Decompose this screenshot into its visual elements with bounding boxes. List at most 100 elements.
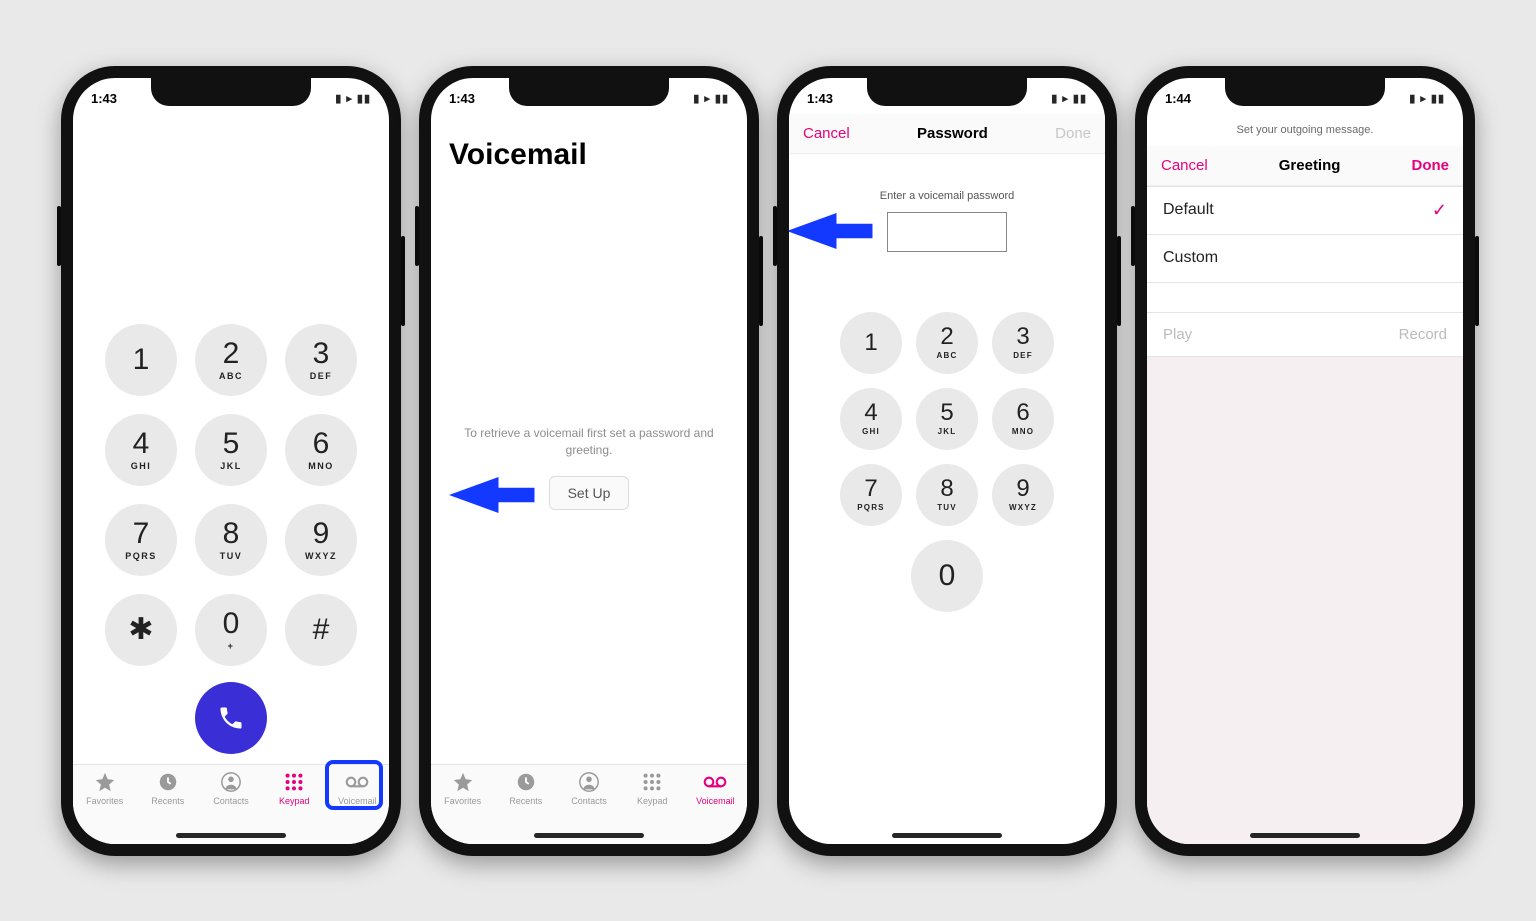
- annotation-arrow: [449, 470, 539, 520]
- voicemail-icon: [703, 771, 727, 793]
- tab-contacts[interactable]: Contacts: [199, 771, 262, 806]
- notch: [509, 78, 669, 106]
- key-sub: WXYZ: [1009, 503, 1037, 512]
- key-digit: 4: [133, 429, 150, 459]
- home-indicator: [176, 833, 286, 838]
- key-sub: DEF: [310, 371, 333, 381]
- key-sub: WXYZ: [305, 551, 337, 561]
- key-7[interactable]: 7 PQRS: [105, 504, 177, 576]
- key-sub: ABC: [937, 351, 958, 360]
- key-4[interactable]: 4GHI: [840, 388, 902, 450]
- key-9[interactable]: 9WXYZ: [992, 464, 1054, 526]
- notch: [151, 78, 311, 106]
- voicemail-title: Voicemail: [431, 114, 747, 172]
- status-icons: ▮ ▸ ▮▮: [1409, 92, 1445, 105]
- key-digit: 5: [223, 429, 240, 459]
- key-✱[interactable]: ✱: [105, 594, 177, 666]
- key-sub: MNO: [308, 461, 334, 471]
- status-icons: ▮ ▸ ▮▮: [335, 92, 371, 105]
- tab-label: Favorites: [86, 796, 123, 806]
- key-3[interactable]: 3 DEF: [992, 312, 1054, 374]
- tabbar: FavoritesRecents Contacts Keypad Voicemail: [431, 764, 747, 844]
- nav-title: Password: [917, 125, 988, 142]
- key-digit: #: [313, 615, 330, 645]
- tab-recents[interactable]: Recents: [494, 771, 557, 806]
- key-#[interactable]: #: [285, 594, 357, 666]
- option-label: Custom: [1163, 249, 1218, 267]
- phone-icon: [217, 704, 245, 732]
- key-6[interactable]: 6MNO: [992, 388, 1054, 450]
- tab-voicemail[interactable]: Voicemail: [326, 771, 389, 806]
- key-digit: 1: [864, 331, 877, 355]
- key-digit: 9: [313, 519, 330, 549]
- key-0[interactable]: 0+: [195, 594, 267, 666]
- tab-label: Contacts: [571, 796, 607, 806]
- phone-2: 1:43 ▮ ▸ ▮▮ Voicemail To retrieve a voic…: [419, 66, 759, 856]
- key-digit: 5: [940, 401, 953, 425]
- key-2[interactable]: 2ABC: [195, 324, 267, 396]
- key-5[interactable]: 5 JKL: [916, 388, 978, 450]
- recents-icon: [156, 771, 180, 793]
- key-sub: GHI: [862, 427, 880, 436]
- key-sub: PQRS: [125, 551, 157, 561]
- key-sub: JKL: [220, 461, 242, 471]
- tab-keypad[interactable]: Keypad: [621, 771, 684, 806]
- key-sub: PQRS: [857, 503, 884, 512]
- tab-favorites[interactable]: Favorites: [73, 771, 136, 806]
- key-7[interactable]: 7PQRS: [840, 464, 902, 526]
- key-3[interactable]: 3 DEF: [285, 324, 357, 396]
- key-digit: 2: [940, 325, 953, 349]
- password-label: Enter a voicemail password: [880, 190, 1015, 202]
- home-indicator: [534, 833, 644, 838]
- phone-1: 1:43 ▮ ▸ ▮▮ 12ABC3DEF4GHI5JKL6MNO7PQRS8T…: [61, 66, 401, 856]
- greeting-option-default[interactable]: Default✓: [1147, 187, 1463, 235]
- notch: [1225, 78, 1385, 106]
- outgoing-hint: Set your outgoing message.: [1147, 114, 1463, 146]
- key-0[interactable]: 0: [911, 540, 983, 612]
- password-input[interactable]: [887, 212, 1007, 252]
- greeting-option-custom[interactable]: Custom: [1147, 235, 1463, 283]
- tab-label: Voicemail: [696, 796, 735, 806]
- tab-label: Recents: [151, 796, 184, 806]
- check-icon: ✓: [1432, 200, 1447, 221]
- tab-recents[interactable]: Recents: [136, 771, 199, 806]
- key-digit: 3: [313, 339, 330, 369]
- keypad: 1 2 ABC 3 DEF 4GHI 5 JKL 6MNO 7PQRS8TUV9WXYZ: [840, 312, 1054, 526]
- setup-button[interactable]: Set Up: [549, 476, 630, 510]
- record-button: Record: [1399, 326, 1447, 343]
- dial-button[interactable]: [195, 682, 267, 754]
- home-indicator: [892, 833, 1002, 838]
- navbar: Cancel Greeting Done: [1147, 146, 1463, 186]
- key-9[interactable]: 9 WXYZ: [285, 504, 357, 576]
- key-digit: ✱: [128, 615, 153, 645]
- status-icons: ▮ ▸ ▮▮: [693, 92, 729, 105]
- key-digit: 3: [1016, 325, 1029, 349]
- key-digit: 8: [940, 477, 953, 501]
- notch: [867, 78, 1027, 106]
- key-sub: JKL: [938, 427, 957, 436]
- key-sub: TUV: [220, 551, 243, 561]
- key-1[interactable]: 1: [105, 324, 177, 396]
- tab-contacts[interactable]: Contacts: [557, 771, 620, 806]
- key-digit: 7: [133, 519, 150, 549]
- key-digit: 2: [223, 339, 240, 369]
- key-sub: DEF: [1013, 351, 1033, 360]
- key-2[interactable]: 2 ABC: [916, 312, 978, 374]
- tab-keypad[interactable]: Keypad: [263, 771, 326, 806]
- key-1[interactable]: 1: [840, 312, 902, 374]
- key-5[interactable]: 5 JKL: [195, 414, 267, 486]
- cancel-button[interactable]: Cancel: [1161, 157, 1208, 174]
- status-time: 1:43: [449, 91, 475, 106]
- key-8[interactable]: 8TUV: [195, 504, 267, 576]
- keypad-icon: [640, 771, 664, 793]
- favorites-icon: [451, 771, 475, 793]
- cancel-button[interactable]: Cancel: [803, 125, 850, 142]
- tab-label: Keypad: [637, 796, 668, 806]
- done-button[interactable]: Done: [1411, 157, 1449, 174]
- key-4[interactable]: 4GHI: [105, 414, 177, 486]
- tab-voicemail[interactable]: Voicemail: [684, 771, 747, 806]
- key-8[interactable]: 8TUV: [916, 464, 978, 526]
- key-sub: MNO: [1012, 427, 1034, 436]
- tab-favorites[interactable]: Favorites: [431, 771, 494, 806]
- key-6[interactable]: 6MNO: [285, 414, 357, 486]
